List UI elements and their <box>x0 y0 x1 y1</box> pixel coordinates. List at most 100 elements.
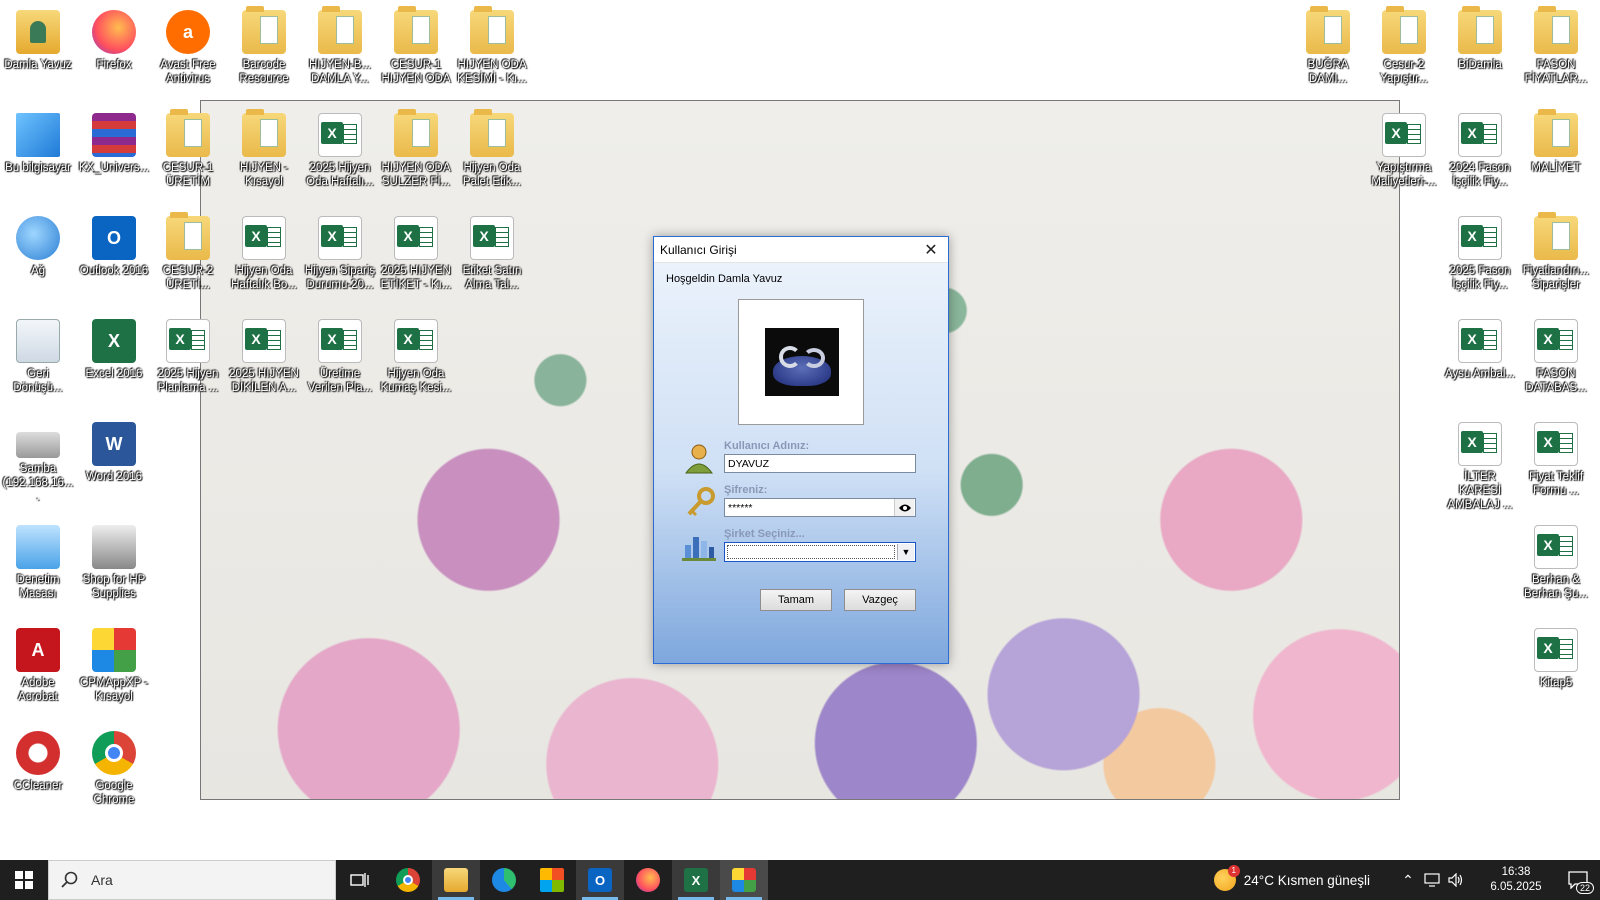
taskbar-outlook[interactable]: O <box>576 860 624 900</box>
close-button[interactable]: ✕ <box>914 237 948 263</box>
desktop-icon-label: Kitap5 <box>1539 677 1573 689</box>
chrome-icon <box>396 868 420 892</box>
desktop-icon[interactable]: CESUR-1 HIJYEN ODA <box>378 4 454 86</box>
company-select[interactable]: ▼ <box>724 542 916 562</box>
desktop-icon[interactable]: X Hijyen Sipariş Durumu-20... <box>302 210 378 292</box>
desktop-icon[interactable]: X Fiyat Teklif Formu ... <box>1518 416 1594 498</box>
taskbar-store[interactable] <box>528 860 576 900</box>
desktop-icon[interactable]: X Hijyen Oda Haftalık Bo... <box>226 210 302 292</box>
desktop-icon[interactable]: X 2025 HIJYEN ETİKET - Kı... <box>378 210 454 292</box>
desktop-icon[interactable]: Samba (192.168.16.... <box>0 416 76 504</box>
desktop-icon-label: CPMAppXP - Kısayol <box>79 677 149 703</box>
username-input[interactable] <box>724 454 916 473</box>
desktop-icon-label: 2024 Fason İşçilik Fiy... <box>1449 162 1511 188</box>
windows-icon <box>15 871 33 889</box>
desktop-icon[interactable]: X Yapıştırma Maliyetleri-... <box>1366 107 1442 189</box>
excel-file-icon: X <box>394 216 438 260</box>
desktop-icon[interactable]: KX_Univers... <box>76 107 152 175</box>
password-input[interactable] <box>724 498 916 517</box>
ok-button[interactable]: Tamam <box>760 589 832 611</box>
network-drive-icon <box>16 432 60 458</box>
task-view-button[interactable] <box>336 860 384 900</box>
desktop-icon[interactable]: X FASON DATABAS... <box>1518 313 1594 395</box>
desktop-icon[interactable]: X 2025 Hijyen Oda Haftalı... <box>302 107 378 189</box>
folder-icon <box>1534 109 1578 157</box>
desktop-icon[interactable]: X 2025 HIJYEN DİKİLEN A... <box>226 313 302 395</box>
winrar-icon <box>92 113 136 157</box>
desktop-icon[interactable]: Barcode Resource <box>226 4 302 86</box>
desktop-icon[interactable]: X 2025 Hijyen Planlama ... <box>150 313 226 395</box>
taskbar-search[interactable]: Ara <box>48 860 336 900</box>
desktop-icon[interactable]: X Hijyen Oda Kumaş Kesi... <box>378 313 454 395</box>
folder-icon <box>470 109 514 157</box>
desktop-icon-label: Ağ <box>30 265 46 277</box>
desktop-icon[interactable]: Denetim Masası <box>0 519 76 601</box>
desktop-icon[interactable]: HIJYEN - Kısayol <box>226 107 302 189</box>
desktop-icon[interactable]: CCleaner <box>0 725 76 793</box>
taskbar: Ara O X 1 24°C Kısmen güneşli ⌃ 16:38 6.… <box>0 860 1600 900</box>
desktop-icon[interactable]: BiDamla <box>1442 4 1518 72</box>
desktop-icon[interactable]: X Kitap5 <box>1518 622 1594 690</box>
desktop-icon-label: Outlook 2016 <box>79 265 149 277</box>
chrome-icon <box>92 731 136 775</box>
firefox-icon <box>636 868 660 892</box>
desktop-icon-label: Etiket Satın Alma Tal... <box>462 265 522 291</box>
weather-text[interactable]: 24°C Kısmen güneşli <box>1244 873 1370 888</box>
desktop-icon[interactable]: X İLTER KARESİ AMBALAJ ... <box>1442 416 1518 512</box>
outlook-icon: O <box>588 868 612 892</box>
desktop-icon[interactable]: CESUR-2 ÜRETİ... <box>150 210 226 292</box>
dialog-titlebar[interactable]: Kullanıcı Girişi ✕ <box>654 237 948 263</box>
taskbar-cpm-app[interactable] <box>720 860 768 900</box>
desktop-icon[interactable]: BUĞRA DAMI... <box>1290 4 1366 86</box>
desktop-icon[interactable]: W Word 2016 <box>76 416 152 484</box>
desktop-icon[interactable]: Shop for HP Supplies <box>76 519 152 601</box>
desktop-icon[interactable]: CPMAppXP - Kısayol <box>76 622 152 704</box>
desktop-icon[interactable]: CESUR-1 ÜRETİM <box>150 107 226 189</box>
desktop-icon-label: Üretime Verilen Pla... <box>307 368 373 394</box>
desktop-icon[interactable]: Geri Dönüşü... <box>0 313 76 395</box>
taskbar-edge[interactable] <box>480 860 528 900</box>
taskbar-excel[interactable]: X <box>672 860 720 900</box>
desktop-icon[interactable]: X 2024 Fason İşçilik Fiy... <box>1442 107 1518 189</box>
desktop-icon[interactable]: X 2025 Fason İşçilik Fiy... <box>1442 210 1518 292</box>
taskbar-chrome[interactable] <box>384 860 432 900</box>
desktop-icon[interactable]: O Outlook 2016 <box>76 210 152 278</box>
chevron-up-icon[interactable]: ⌃ <box>1396 860 1420 900</box>
excel-file-icon: X <box>394 319 438 363</box>
desktop-icon[interactable]: X Etiket Satın Alma Tal... <box>454 210 530 292</box>
notification-center-button[interactable]: 22 <box>1556 860 1600 900</box>
clock[interactable]: 16:38 6.05.2025 <box>1476 865 1556 895</box>
desktop-icon[interactable]: Damla Yavuz <box>0 4 76 72</box>
desktop-icon[interactable]: HIJYEN ODA KESİMİ - Kı... <box>454 4 530 86</box>
desktop-icon[interactable]: X Üretime Verilen Pla... <box>302 313 378 395</box>
desktop-icon[interactable]: a Avast Free Antivirus <box>150 4 226 86</box>
start-button[interactable] <box>0 860 48 900</box>
desktop-icon[interactable]: HIJYEN ODA SULZER Fİ... <box>378 107 454 189</box>
desktop-icon[interactable]: Fiyatlandırı... Siparişler <box>1518 210 1594 292</box>
desktop-icon[interactable]: X Aysu Ambal... <box>1442 313 1518 381</box>
desktop-icon[interactable]: Bu bilgisayar <box>0 107 76 175</box>
desktop-icon[interactable]: X Excel 2016 <box>76 313 152 381</box>
desktop-icon[interactable]: A Adobe Acrobat <box>0 622 76 704</box>
weather-icon[interactable]: 1 <box>1213 865 1240 891</box>
volume-icon[interactable] <box>1444 860 1468 900</box>
desktop-icon[interactable]: FASON FİYATLAR... <box>1518 4 1594 86</box>
desktop-icon-label: Bu bilgisayar <box>5 162 71 174</box>
taskbar-file-explorer[interactable] <box>432 860 480 900</box>
desktop-icon-label: Damla Yavuz <box>4 59 72 71</box>
desktop-icon[interactable]: Hijyen Oda Palet Etik... <box>454 107 530 189</box>
desktop-icon[interactable]: X Berhan & Berhan Şu... <box>1518 519 1594 601</box>
desktop-icon-label: BUĞRA DAMI... <box>1307 59 1349 85</box>
show-password-button[interactable] <box>894 499 914 516</box>
desktop-icon[interactable]: Google Chrome <box>76 725 152 807</box>
desktop-icon[interactable]: Cesur-2 Yapıştır... <box>1366 4 1442 86</box>
desktop-icon[interactable]: Firefox <box>76 4 152 72</box>
desktop-icon[interactable]: HIJYEN-B... DAMLA Y... <box>302 4 378 86</box>
desktop-icon[interactable]: MALİYET <box>1518 107 1594 175</box>
cancel-button[interactable]: Vazgeç <box>844 589 916 611</box>
taskbar-firefox[interactable] <box>624 860 672 900</box>
recycle-bin-icon <box>16 319 60 363</box>
network-icon[interactable] <box>1420 860 1444 900</box>
chevron-down-icon[interactable]: ▼ <box>897 544 914 560</box>
desktop-icon[interactable]: Ağ <box>0 210 76 278</box>
